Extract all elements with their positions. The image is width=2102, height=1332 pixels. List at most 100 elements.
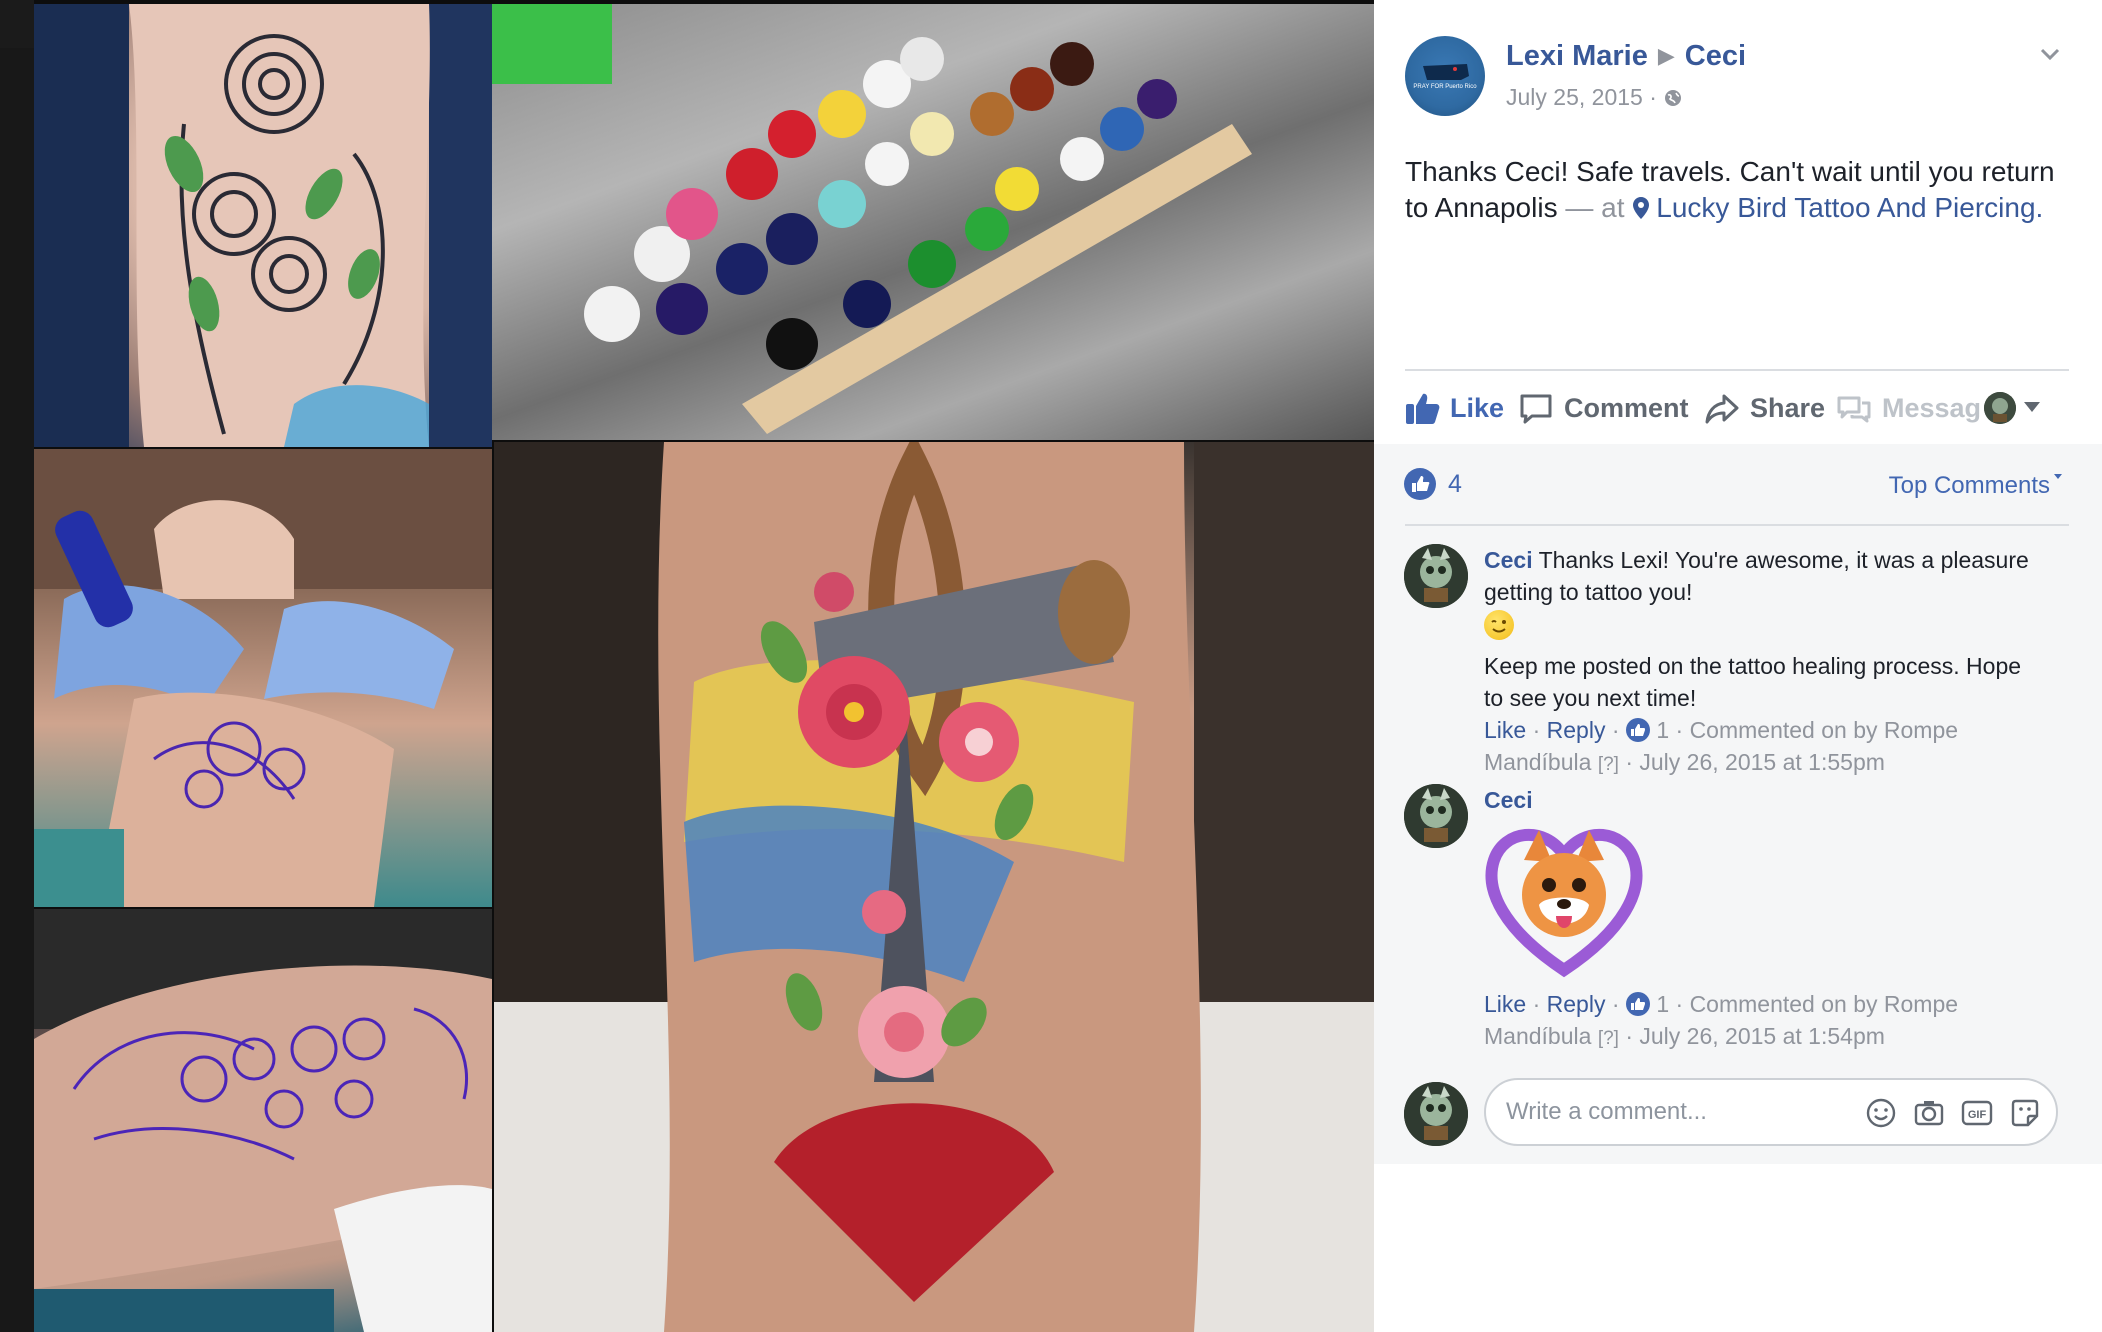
comment-like-count: 1: [1656, 717, 1670, 743]
post-footer-space: [1374, 1164, 2102, 1332]
comments-section: 4 Top Comments Ceci Thanks Lexi! You're …: [1374, 444, 2102, 1164]
commenter-avatar-art: [1404, 784, 1468, 848]
chevron-down-icon[interactable]: [2036, 40, 2064, 68]
author-name-link[interactable]: Lexi Marie: [1506, 40, 1648, 72]
comment-timestamp[interactable]: July 26, 2015 at 1:54pm: [1639, 1023, 1885, 1049]
ink-caps-drawing: [492, 4, 1252, 434]
audience-caret-icon[interactable]: [2024, 402, 2040, 412]
post-header: PRAY FOR Puerto Rico Lexi Marie ▶ Ceci Jul…: [1374, 0, 2102, 372]
tattoo-process-drawing: [34, 449, 492, 907]
photo-tile-stencil[interactable]: [34, 909, 492, 1332]
photo-backdrop: [0, 0, 34, 1332]
reaction-summary[interactable]: 4: [1404, 468, 1462, 500]
separator: ·: [1625, 749, 1640, 775]
comment-like-link[interactable]: Like: [1484, 717, 1526, 743]
comment-tag: [?]: [1597, 1028, 1619, 1049]
comment-item: Ceci Thanks Lexi! You're awesome, it was…: [1404, 544, 2084, 775]
comment-body: Ceci Like · Reply · 1 · Commented on by …: [1484, 784, 2044, 1055]
camera-icon[interactable]: [1912, 1096, 1946, 1135]
messenger-icon: [1837, 396, 1871, 423]
post-date-link[interactable]: July 25, 2015: [1506, 84, 1643, 110]
outline-tattoo-drawing: [34, 4, 492, 447]
ink-cap-set: [584, 37, 1177, 370]
caret-down-icon: [2054, 474, 2062, 479]
like-reaction-icon: [1404, 468, 1436, 500]
share-button[interactable]: Share: [1704, 386, 1825, 430]
separator: ·: [1532, 991, 1547, 1017]
speech-bubble-icon: [1520, 394, 1552, 424]
comment-reply-link[interactable]: Reply: [1547, 991, 1606, 1017]
comment-button[interactable]: Comment: [1518, 386, 1689, 430]
commenter-avatar[interactable]: [1404, 544, 1468, 608]
gif-icon[interactable]: GIF: [1960, 1096, 1994, 1135]
header-divider: [1405, 369, 2069, 371]
comment-actions: Like · Reply · 1 · Commented on by Rompe…: [1484, 988, 2044, 1055]
thumbs-up-icon: [1406, 393, 1440, 424]
smiley-icon[interactable]: [1864, 1096, 1898, 1135]
comment-item: Ceci Like · Reply · 1 · Commented on by …: [1404, 784, 2084, 1049]
stencil-drawing: [34, 909, 492, 1332]
like-label: Like: [1450, 392, 1505, 423]
post-message: Thanks Ceci! Safe travels. Can't wait un…: [1405, 154, 2075, 226]
comment-sort-dropdown[interactable]: Top Comments: [1889, 472, 2062, 500]
comment-text: Thanks Lexi! You're awesome, it was a pl…: [1484, 547, 2029, 605]
message-button[interactable]: Messag: [1836, 386, 1981, 430]
screen: PRAY FOR Puerto Rico Lexi Marie ▶ Ceci Jul…: [0, 0, 2102, 1332]
photo-tile-outline-forearm[interactable]: [34, 4, 492, 447]
separator: ·: [1611, 717, 1626, 743]
comments-divider: [1405, 524, 2069, 526]
comment-like-link[interactable]: Like: [1484, 991, 1526, 1017]
comment-text-second: Keep me posted on the tattoo healing pro…: [1484, 653, 2022, 711]
message-label: Messag: [1882, 392, 1982, 423]
globe-icon[interactable]: [1663, 88, 1683, 108]
photo-collage[interactable]: [0, 0, 1374, 1332]
comment-tag: [?]: [1597, 754, 1619, 775]
share-label: Share: [1750, 392, 1826, 423]
comment-actions: Like · Reply · 1 · Commented on by Rompe…: [1484, 714, 2044, 781]
place-link[interactable]: Lucky Bird Tattoo And Piercing.: [1656, 192, 2043, 223]
author-avatar[interactable]: PRAY FOR Puerto Rico: [1405, 36, 1485, 116]
like-button[interactable]: Like: [1404, 386, 1504, 430]
triangle-right-icon: ▶: [1657, 43, 1675, 68]
comment-like-count: 1: [1656, 991, 1670, 1017]
photo-tile-finished-tattoo[interactable]: [494, 442, 1374, 1332]
target-name-link[interactable]: Ceci: [1685, 40, 1746, 72]
author-line: Lexi Marie ▶ Ceci: [1506, 40, 1746, 73]
post-panel: PRAY FOR Puerto Rico Lexi Marie ▶ Ceci Jul…: [1374, 0, 2102, 1332]
comment-like-badge-icon[interactable]: [1625, 992, 1650, 1016]
corgi-heart-sticker[interactable]: [1484, 820, 1644, 980]
comment-label: Comment: [1564, 392, 1689, 423]
comment-author-link[interactable]: Ceci: [1484, 547, 1533, 573]
photo-tile-tattooing-process[interactable]: [34, 449, 492, 907]
current-user-avatar[interactable]: [1404, 1082, 1468, 1146]
share-arrow-icon: [1705, 394, 1739, 424]
audience-avatar[interactable]: [1984, 392, 2016, 424]
svg-text:GIF: GIF: [1968, 1109, 1987, 1121]
separator: ·: [1625, 1023, 1640, 1049]
comment-timestamp[interactable]: July 26, 2015 at 1:55pm: [1639, 749, 1885, 775]
avatar-caption: PRAY FOR Puerto Rico: [1413, 84, 1477, 90]
current-user-avatar-art: [1404, 1082, 1468, 1146]
audience-avatar-art: [1984, 392, 2016, 424]
comment-composer: Write a comment... GIF: [1404, 1078, 2084, 1148]
puerto-rico-avatar-art: PRAY FOR Puerto Rico: [1413, 64, 1477, 90]
comment-reply-link[interactable]: Reply: [1547, 717, 1606, 743]
photo-backdrop-top: [0, 0, 34, 48]
separator: ·: [1675, 991, 1690, 1017]
photo-tile-ink-caps[interactable]: [492, 4, 1374, 440]
comment-input-placeholder: Write a comment...: [1506, 1098, 1707, 1125]
comment-like-badge-icon[interactable]: [1625, 718, 1650, 742]
comment-sort-label: Top Comments: [1888, 472, 2050, 499]
composer-icon-row: GIF: [1850, 1096, 2042, 1135]
comment-input[interactable]: Write a comment... GIF: [1484, 1078, 2058, 1146]
commenter-avatar[interactable]: [1404, 784, 1468, 848]
commenter-avatar-art: [1404, 544, 1468, 608]
winking-face-emoji: [1484, 610, 1514, 640]
comment-body: Ceci Thanks Lexi! You're awesome, it was…: [1484, 544, 2044, 781]
comment-author-link[interactable]: Ceci: [1484, 787, 1533, 813]
map-pin-icon: [1633, 197, 1650, 219]
finished-tattoo-drawing: [494, 442, 1374, 1332]
separator: ·: [1611, 991, 1626, 1017]
sticker-icon[interactable]: [2008, 1096, 2042, 1135]
post-action-bar: Like Comment Share Messag: [1374, 372, 2102, 444]
